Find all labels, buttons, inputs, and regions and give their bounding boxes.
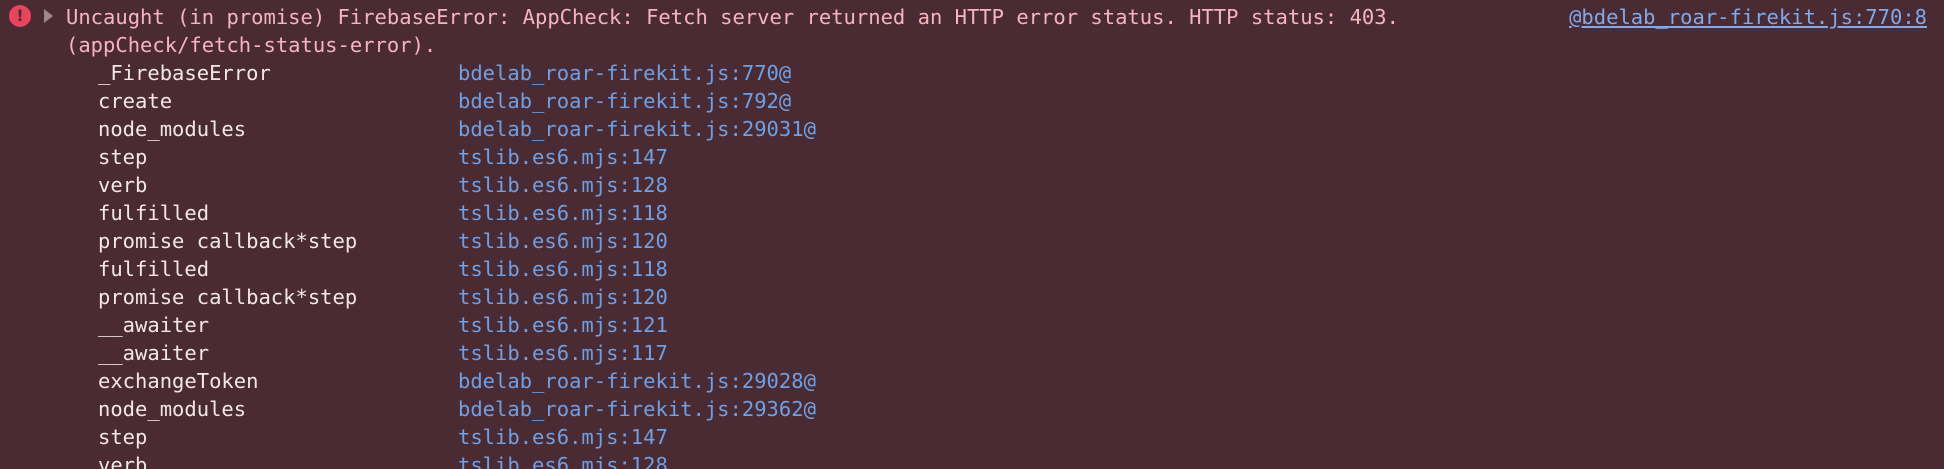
stack-frame: _FirebaseError bdelab_roar-firekit.js:770… <box>0 59 1944 87</box>
stack-frame-function: promise callback*step <box>98 285 358 309</box>
stack-frame: verb tslib.es6.mjs:128 <box>0 171 1944 199</box>
stack-frame-function: promise callback*step <box>98 229 358 253</box>
stack-trace: _FirebaseError bdelab_roar-firekit.js:770… <box>0 59 1944 469</box>
stack-frame: step tslib.es6.mjs:147 <box>0 423 1944 451</box>
source-link[interactable]: @bdelab_roar-firekit.js:770:8 <box>1569 3 1927 31</box>
stack-frame: step tslib.es6.mjs:147 <box>0 143 1944 171</box>
stack-frame-function: verb <box>98 453 148 469</box>
error-code: (appCheck/fetch-status-error). <box>66 33 437 57</box>
stack-frame-function: fulfilled <box>98 257 210 281</box>
stack-frame-function: step <box>98 425 148 449</box>
stack-frame-location-link[interactable]: tslib.es6.mjs:128 <box>458 451 668 469</box>
error-message: Uncaught (in promise) FirebaseError: App… <box>66 5 1399 29</box>
stack-frame-function: fulfilled <box>98 201 210 225</box>
stack-frame-location-link[interactable]: tslib.es6.mjs:120 <box>458 227 668 255</box>
stack-frame-location-link[interactable]: tslib.es6.mjs:118 <box>458 199 668 227</box>
stack-frame-location-link[interactable]: tslib.es6.mjs:128 <box>458 171 668 199</box>
stack-frame-function: node_modules <box>98 397 247 421</box>
triangle-right-icon[interactable] <box>44 9 53 23</box>
stack-frame: fulfilled tslib.es6.mjs:118 <box>0 199 1944 227</box>
stack-frame-location-link[interactable]: bdelab_roar-firekit.js:29362@ <box>458 395 816 423</box>
stack-frame-location-link[interactable]: tslib.es6.mjs:117 <box>458 339 668 367</box>
stack-frame: __awaiter tslib.es6.mjs:117 <box>0 339 1944 367</box>
stack-frame: exchangeToken bdelab_roar-firekit.js:2902… <box>0 367 1944 395</box>
stack-frame: fulfilled tslib.es6.mjs:118 <box>0 255 1944 283</box>
stack-frame: promise callback*step tslib.es6.mjs:120 <box>0 227 1944 255</box>
stack-frame-location-link[interactable]: bdelab_roar-firekit.js:792@ <box>458 87 791 115</box>
stack-frame-location-link[interactable]: tslib.es6.mjs:147 <box>458 423 668 451</box>
stack-frame: __awaiter tslib.es6.mjs:121 <box>0 311 1944 339</box>
error-icon: ! <box>9 5 31 27</box>
stack-frame-location-link[interactable]: tslib.es6.mjs:120 <box>458 283 668 311</box>
stack-frame: verb tslib.es6.mjs:128 <box>0 451 1944 469</box>
stack-frame-function: node_modules <box>98 117 247 141</box>
console-error-entry: ! Uncaught (in promise) FirebaseError: A… <box>0 0 1944 469</box>
stack-frame-function: verb <box>98 173 148 197</box>
stack-frame: node_modules bdelab_roar-firekit.js:29031… <box>0 115 1944 143</box>
stack-frame: create bdelab_roar-firekit.js:792@ <box>0 87 1944 115</box>
stack-frame-location-link[interactable]: bdelab_roar-firekit.js:770@ <box>458 59 791 87</box>
stack-frame-location-link[interactable]: bdelab_roar-firekit.js:29031@ <box>458 115 816 143</box>
stack-frame-function: step <box>98 145 148 169</box>
stack-frame-function: create <box>98 89 173 113</box>
stack-frame-function: exchangeToken <box>98 369 259 393</box>
stack-frame: promise callback*step tslib.es6.mjs:120 <box>0 283 1944 311</box>
stack-frame-location-link[interactable]: bdelab_roar-firekit.js:29028@ <box>458 367 816 395</box>
stack-frame-function: _FirebaseError <box>98 61 271 85</box>
stack-frame-location-link[interactable]: tslib.es6.mjs:118 <box>458 255 668 283</box>
stack-frame-function: __awaiter <box>98 341 210 365</box>
stack-frame-location-link[interactable]: tslib.es6.mjs:147 <box>458 143 668 171</box>
stack-frame-location-link[interactable]: tslib.es6.mjs:121 <box>458 311 668 339</box>
stack-frame-function: __awaiter <box>98 313 210 337</box>
stack-frame: node_modules bdelab_roar-firekit.js:29362… <box>0 395 1944 423</box>
